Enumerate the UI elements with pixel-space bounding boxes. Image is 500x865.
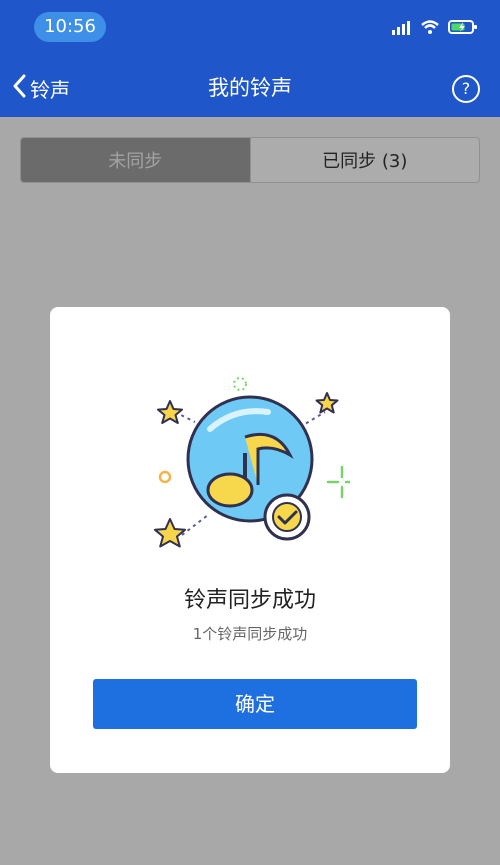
sparkle-icon xyxy=(326,465,358,499)
app-header: 10:56 铃声 我的铃声 ? xyxy=(0,0,500,117)
star-icon xyxy=(315,392,339,414)
star-icon xyxy=(154,518,186,548)
help-icon: ? xyxy=(461,79,471,98)
status-icons xyxy=(392,18,478,40)
page-title: 我的铃声 xyxy=(208,76,292,100)
confirm-button[interactable]: 确定 xyxy=(93,679,417,729)
sync-success-dialog: 铃声同步成功 1个铃声同步成功 确定 xyxy=(50,307,450,773)
help-button[interactable]: ? xyxy=(452,75,480,103)
status-time: 10:56 xyxy=(34,12,106,42)
wifi-icon xyxy=(420,19,440,39)
dialog-title: 铃声同步成功 xyxy=(183,588,316,613)
check-badge-icon xyxy=(263,493,311,541)
signal-icon xyxy=(392,20,412,39)
dialog-subtitle: 1个铃声同步成功 xyxy=(192,625,308,643)
battery-charging-icon xyxy=(448,19,478,39)
sparkle-icon xyxy=(233,377,247,391)
sync-illustration xyxy=(150,367,358,557)
star-icon xyxy=(157,400,183,424)
nav-bar: 铃声 我的铃声 ? xyxy=(0,60,500,116)
